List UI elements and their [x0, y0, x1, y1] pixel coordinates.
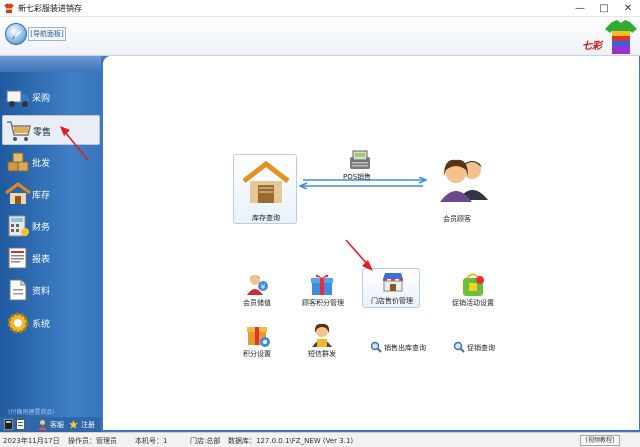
status-operator: 操作员：管理员 — [68, 437, 117, 445]
status-machine: 本机号：1 — [135, 437, 168, 445]
status-date: 2023年11月17日 — [3, 437, 60, 445]
status-bar: 2023年11月17日 操作员：管理员 本机号：1 门店:总部 数据库：127.… — [0, 432, 640, 447]
annotation-arrows — [60, 126, 373, 271]
status-database: 数据库：127.0.0.1\FZ_NEW (Ver 3.1) — [228, 437, 354, 445]
video-tutorial-button[interactable]: [视频教程] — [580, 435, 620, 446]
status-store: 门店:总部 — [190, 437, 221, 445]
